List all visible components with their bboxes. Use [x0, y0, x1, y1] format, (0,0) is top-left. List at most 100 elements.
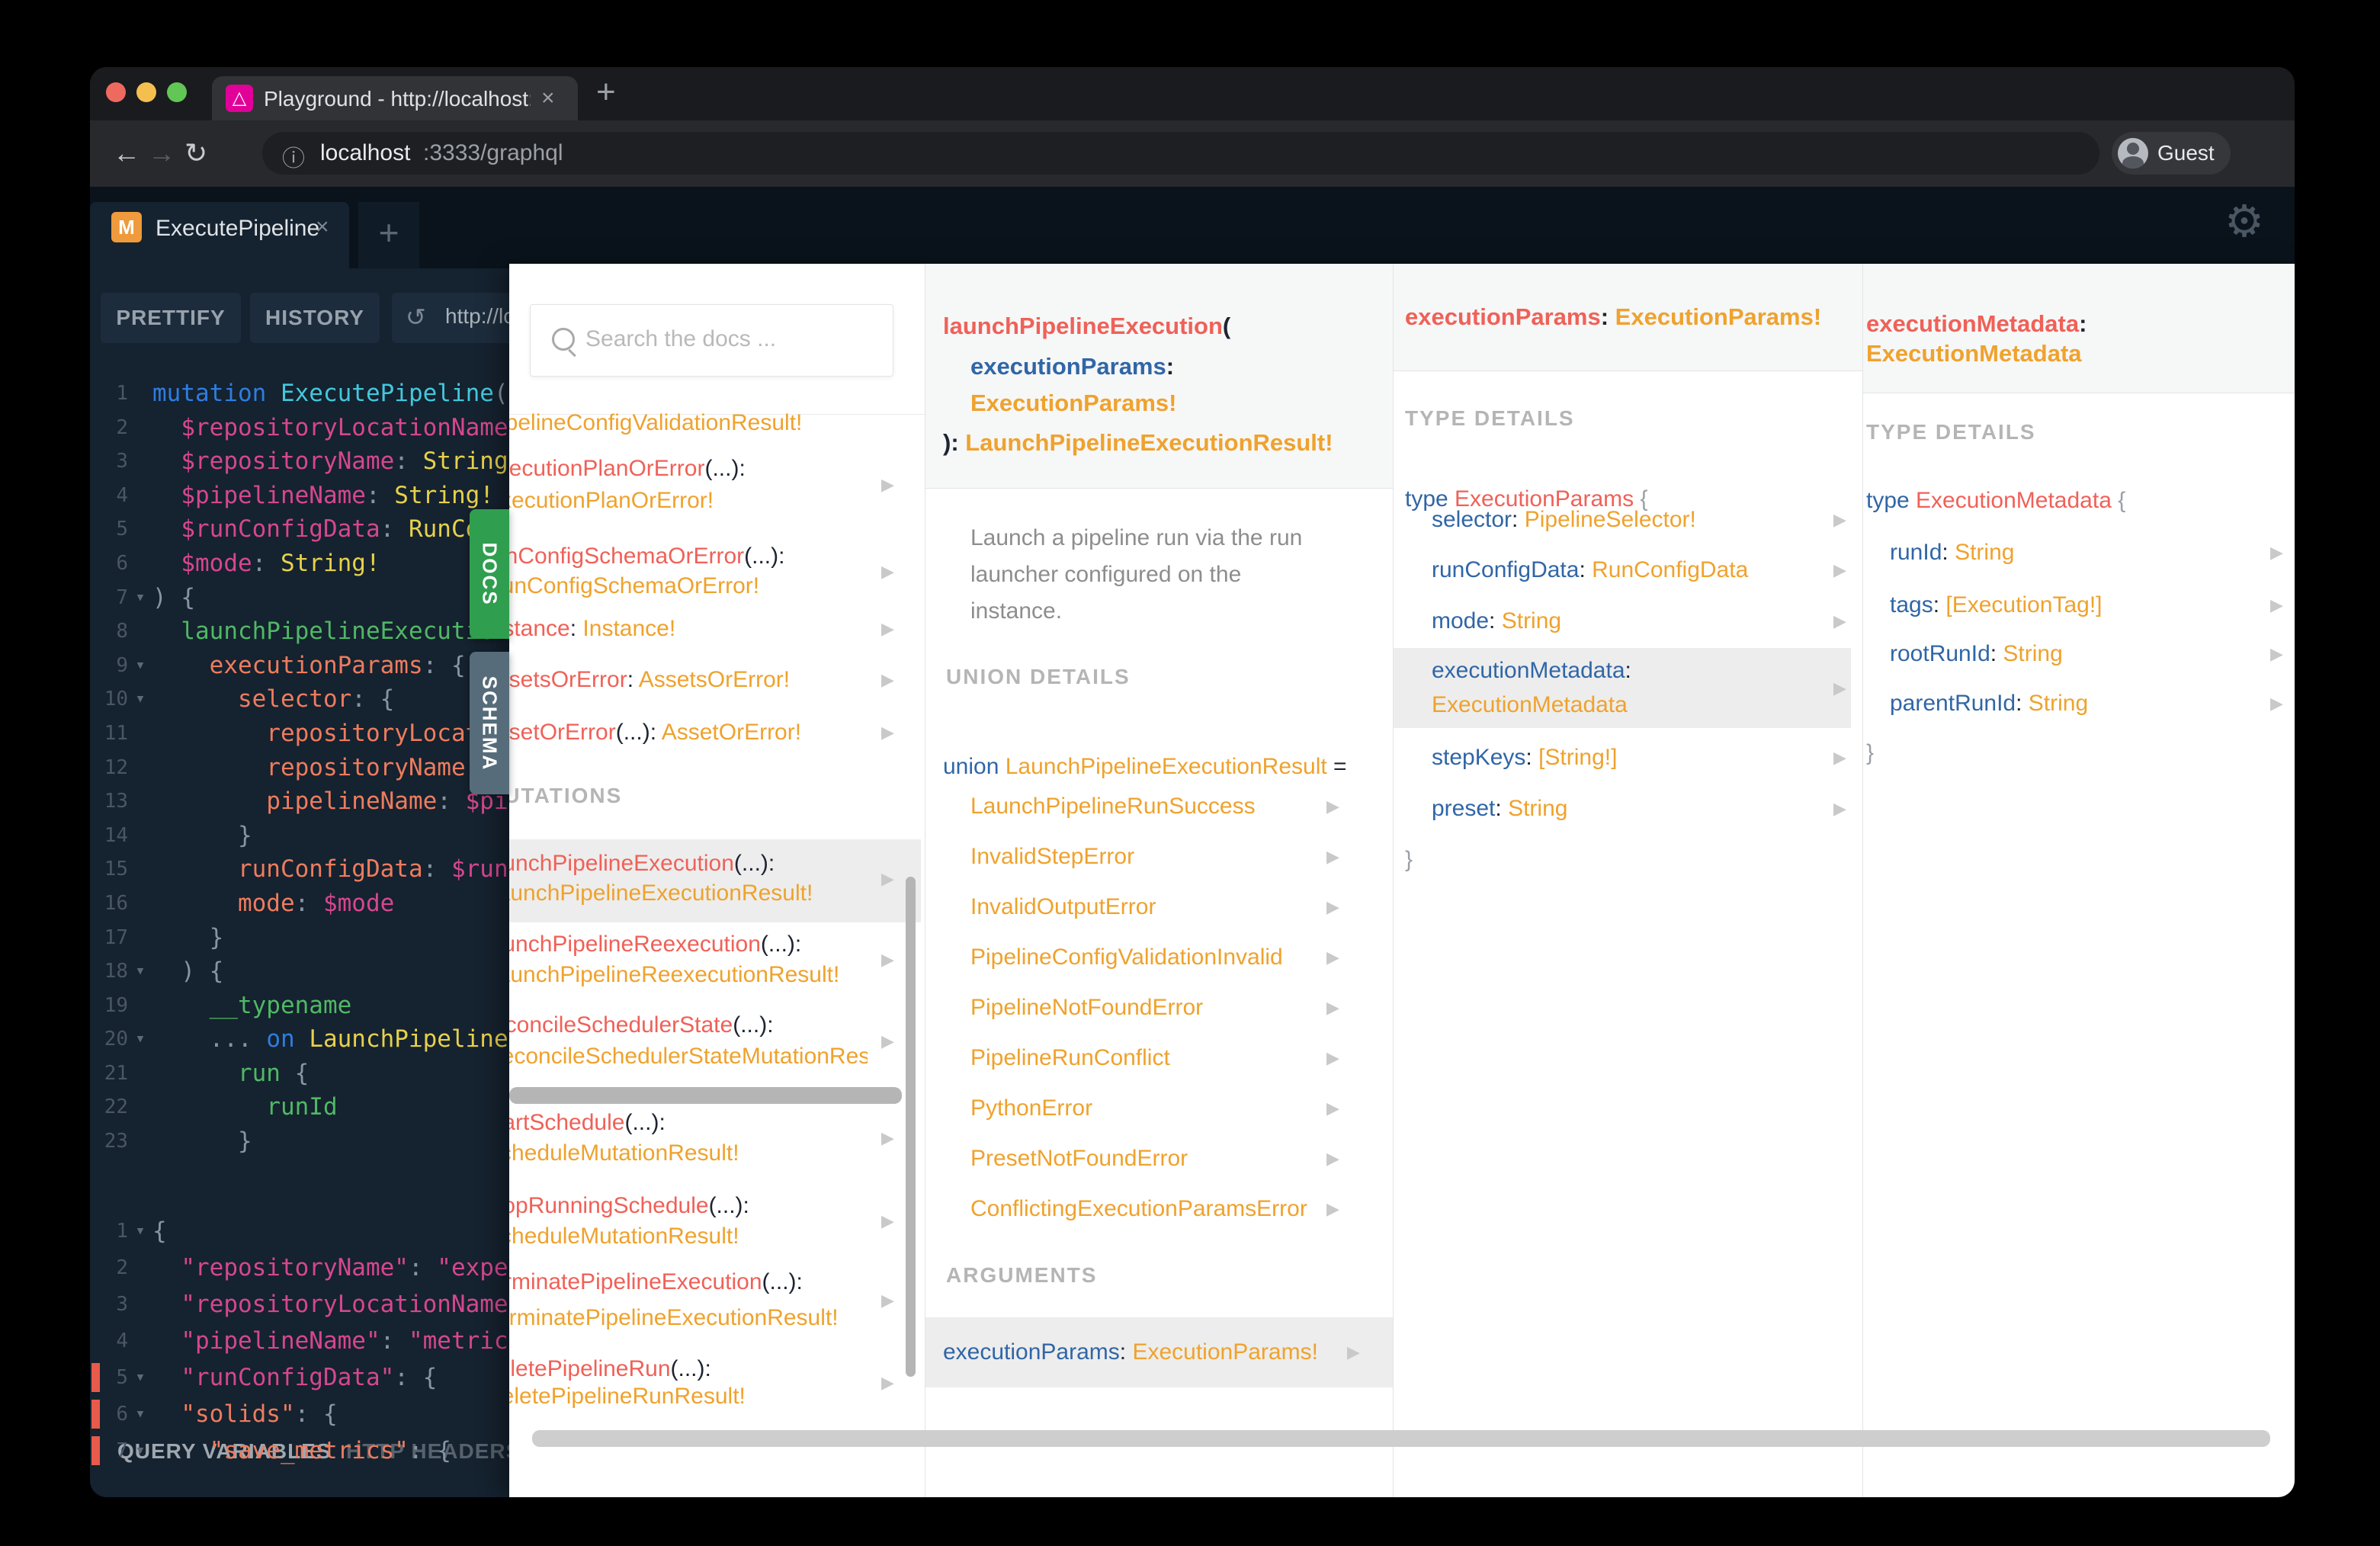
- expand-arrow-icon[interactable]: ▶: [1326, 948, 1339, 967]
- reload-icon[interactable]: ↻: [184, 137, 207, 169]
- history-button[interactable]: HISTORY: [250, 293, 380, 343]
- expand-arrow-icon[interactable]: ▶: [2270, 694, 2283, 714]
- site-info-icon[interactable]: ⓘ: [282, 140, 305, 173]
- fold-arrow-icon[interactable]: ▾: [128, 954, 152, 989]
- docs-search-input[interactable]: Search the docs ...: [530, 304, 893, 377]
- type-field[interactable]: selector: PipelineSelector!: [1432, 507, 1696, 533]
- type-field[interactable]: stepKeys: [String!]: [1432, 745, 1617, 771]
- type-field[interactable]: rootRunId: String: [1890, 641, 2063, 667]
- expand-arrow-icon[interactable]: ▶: [1326, 1048, 1339, 1068]
- expand-arrow-icon[interactable]: ▶: [881, 475, 894, 495]
- expand-arrow-icon[interactable]: ▶: [1833, 748, 1846, 768]
- type-field[interactable]: executionMetadata:: [1432, 658, 1631, 684]
- expand-arrow-icon[interactable]: ▶: [881, 950, 894, 970]
- settings-gear-icon[interactable]: ⚙: [2224, 195, 2264, 247]
- zoom-window-button[interactable]: [167, 82, 187, 102]
- docs-item-type[interactable]: LaunchPipelineExecutionResult!: [509, 880, 868, 906]
- docs-item[interactable]: reconcileSchedulerState(...):: [509, 1012, 868, 1038]
- expand-arrow-icon[interactable]: ▶: [881, 619, 894, 639]
- docs-item[interactable]: launchPipelineExecution(...):: [509, 851, 868, 877]
- playground-tab[interactable]: M ExecutePipeline ×: [90, 202, 349, 268]
- expand-arrow-icon[interactable]: ▶: [1326, 897, 1339, 917]
- expand-arrow-icon[interactable]: ▶: [1326, 998, 1339, 1018]
- docs-item[interactable]: terminatePipelineExecution(...):: [509, 1269, 868, 1295]
- back-icon[interactable]: ←: [113, 137, 140, 169]
- col1-horizontal-scrollbar[interactable]: [509, 1087, 902, 1104]
- expand-arrow-icon[interactable]: ▶: [1833, 799, 1846, 819]
- union-member[interactable]: InvalidOutputError: [970, 894, 1156, 920]
- docs-item[interactable]: instance: Instance!: [509, 616, 868, 642]
- expand-arrow-icon[interactable]: ▶: [881, 1291, 894, 1310]
- union-member[interactable]: PipelineConfigValidationInvalid: [970, 945, 1283, 970]
- docs-item-type[interactable]: LaunchPipelineReexecutionResult!: [509, 962, 868, 988]
- expand-arrow-icon[interactable]: ▶: [1326, 797, 1339, 816]
- docs-item[interactable]: deletePipelineRun(...):: [509, 1356, 868, 1382]
- union-member[interactable]: ConflictingExecutionParamsError: [970, 1196, 1307, 1222]
- expand-arrow-icon[interactable]: ▶: [1326, 1149, 1339, 1169]
- type-field[interactable]: tags: [ExecutionTag!]: [1890, 592, 2103, 618]
- profile-button[interactable]: Guest: [2112, 132, 2231, 175]
- type-field[interactable]: parentRunId: String: [1890, 691, 2088, 717]
- tab-docs[interactable]: DOCS: [470, 509, 509, 639]
- expand-arrow-icon[interactable]: ▶: [881, 562, 894, 582]
- fold-arrow-icon[interactable]: ▾: [128, 1022, 152, 1057]
- docs-horizontal-scrollbar[interactable]: [532, 1430, 2270, 1447]
- close-playground-tab-icon[interactable]: ×: [316, 214, 329, 240]
- docs-item-type[interactable]: ScheduleMutationResult!: [509, 1140, 868, 1166]
- docs-item[interactable]: startSchedule(...):: [509, 1110, 868, 1136]
- endpoint-reload-icon[interactable]: ↺: [406, 303, 426, 332]
- docs-item-type[interactable]: PipelineConfigValidationResult!: [509, 410, 868, 436]
- fold-arrow-icon[interactable]: ▾: [128, 1396, 152, 1432]
- expand-arrow-icon[interactable]: ▶: [2270, 595, 2283, 615]
- docs-item[interactable]: runConfigSchemaOrError(...):: [509, 544, 868, 569]
- expand-arrow-icon[interactable]: ▶: [1326, 847, 1339, 867]
- expand-arrow-icon[interactable]: ▶: [1833, 560, 1846, 580]
- fold-arrow-icon[interactable]: ▾: [128, 1213, 152, 1249]
- col1-vertical-scrollbar[interactable]: [906, 877, 916, 1377]
- expand-arrow-icon[interactable]: ▶: [881, 1211, 894, 1231]
- expand-arrow-icon[interactable]: ▶: [881, 723, 894, 743]
- expand-arrow-icon[interactable]: ▶: [1326, 1199, 1339, 1219]
- docs-item-type[interactable]: ReconcileSchedulerStateMutationResult!: [509, 1044, 868, 1070]
- forward-icon[interactable]: →: [148, 137, 175, 169]
- expand-arrow-icon[interactable]: ▶: [2270, 543, 2283, 563]
- expand-arrow-icon[interactable]: ▶: [881, 1031, 894, 1051]
- docs-item[interactable]: launchPipelineReexecution(...):: [509, 932, 868, 957]
- expand-arrow-icon[interactable]: ▶: [1347, 1342, 1360, 1362]
- fold-arrow-icon[interactable]: ▾: [128, 649, 152, 683]
- type-field-type[interactable]: ExecutionMetadata: [1432, 692, 1628, 718]
- expand-arrow-icon[interactable]: ▶: [881, 1128, 894, 1148]
- fold-arrow-icon[interactable]: ▾: [128, 1432, 152, 1469]
- type-field[interactable]: preset: String: [1432, 796, 1567, 822]
- expand-arrow-icon[interactable]: ▶: [881, 869, 894, 889]
- union-member[interactable]: PresetNotFoundError: [970, 1146, 1188, 1172]
- argument-item[interactable]: executionParams: ExecutionParams!: [943, 1339, 1318, 1365]
- fold-arrow-icon[interactable]: ▾: [128, 682, 152, 717]
- docs-item[interactable]: assetOrError(...): AssetOrError!: [509, 720, 868, 746]
- docs-item-type[interactable]: TerminatePipelineExecutionResult!: [509, 1305, 868, 1331]
- type-field[interactable]: runId: String: [1890, 540, 2014, 566]
- union-member[interactable]: PythonError: [970, 1095, 1092, 1121]
- union-member[interactable]: PipelineRunConflict: [970, 1045, 1170, 1071]
- expand-arrow-icon[interactable]: ▶: [881, 1373, 894, 1393]
- tab-schema[interactable]: SCHEMA: [470, 652, 509, 794]
- expand-arrow-icon[interactable]: ▶: [1326, 1099, 1339, 1118]
- union-member[interactable]: LaunchPipelineRunSuccess: [970, 794, 1256, 820]
- url-field[interactable]: ⓘ localhost :3333/graphql: [262, 132, 2099, 175]
- minimize-window-button[interactable]: [136, 82, 156, 102]
- expand-arrow-icon[interactable]: ▶: [2270, 644, 2283, 664]
- close-tab-icon[interactable]: ×: [541, 85, 555, 111]
- browser-tab[interactable]: △ Playground - http://localhost:3 ×: [212, 76, 578, 120]
- docs-item-type[interactable]: DeletePipelineRunResult!: [509, 1384, 868, 1410]
- fold-arrow-icon[interactable]: ▾: [128, 1359, 152, 1396]
- docs-item-type[interactable]: ScheduleMutationResult!: [509, 1224, 868, 1249]
- union-member[interactable]: PipelineNotFoundError: [970, 995, 1203, 1021]
- expand-arrow-icon[interactable]: ▶: [1833, 510, 1846, 530]
- close-window-button[interactable]: [106, 82, 126, 102]
- fold-arrow-icon[interactable]: ▾: [128, 581, 152, 615]
- new-playground-tab-button[interactable]: +: [358, 202, 419, 268]
- type-field[interactable]: mode: String: [1432, 608, 1561, 634]
- type-field[interactable]: runConfigData: RunConfigData: [1432, 557, 1748, 583]
- docs-item[interactable]: stopRunningSchedule(...):: [509, 1193, 868, 1219]
- expand-arrow-icon[interactable]: ▶: [1833, 678, 1846, 698]
